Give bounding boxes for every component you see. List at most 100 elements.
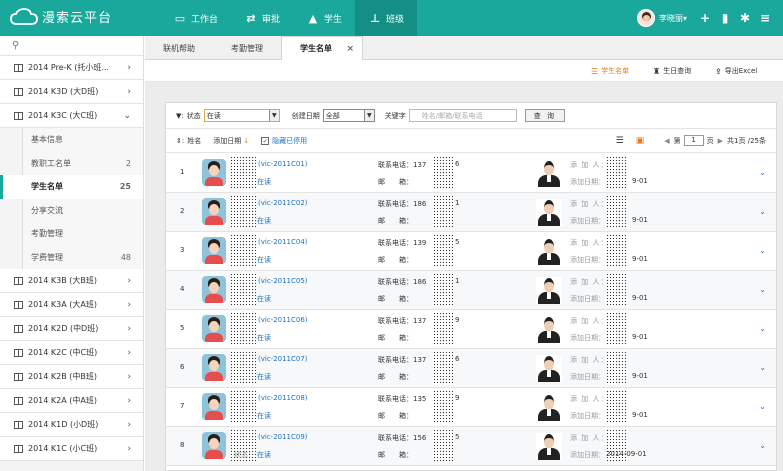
student-photo[interactable] <box>202 393 226 420</box>
sidebar-class-item[interactable]: 2014 K2A (中A班) › <box>0 389 143 413</box>
sidebar-class-prek[interactable]: 2014 Pre-K (托小班... › <box>0 56 143 80</box>
table-row[interactable]: 3 (vic-2011C04) 在读 联系电话：139 5 邮 箱： 添 加 人： 添加日期：… <box>166 232 776 271</box>
sidebar-class-item[interactable]: 2014 K2C (中C班) › <box>0 341 143 365</box>
sidebar-class-item[interactable]: 2014 K2B (中B班) › <box>0 365 143 389</box>
chevron-down-icon[interactable]: ⌄ <box>759 324 766 333</box>
sidebar-sub-fees[interactable]: 学费管理 48 <box>22 245 143 269</box>
table-row[interactable]: 5 (vic-2011C06) 在读 联系电话：137 9 邮 箱： 添 加 人： 添加日期：… <box>166 310 776 349</box>
sidebar-sub-basic-info[interactable]: 基本信息 <box>22 128 143 152</box>
status-select[interactable]: 在读 ▼ <box>203 109 280 122</box>
sidebar-class-item[interactable]: 2014 K2D (中D班) › <box>0 317 143 341</box>
chevron-down-icon[interactable]: ⌄ <box>759 441 766 450</box>
nav-approval[interactable]: ⇄ 审批 <box>231 0 293 36</box>
chevron-down-icon[interactable]: ⌄ <box>759 285 766 294</box>
tab-student-list[interactable]: 学生名单 × <box>281 36 363 60</box>
sidebar-sub-students[interactable]: 学生名单 25 <box>0 175 143 199</box>
book-icon <box>14 396 23 405</box>
sidebar-class-item[interactable]: 2014 K3B (大B班) › <box>0 269 143 293</box>
sidebar-sub-attendance[interactable]: 考勤管理 <box>22 222 143 246</box>
sidebar-class-item[interactable]: 2014 K3A (大A班) › <box>0 293 143 317</box>
add-date-value: 9-01 <box>632 177 648 185</box>
teacher-avatar[interactable] <box>536 238 562 265</box>
sidebar-class-k3c[interactable]: 2014 K3C (大C班) ⌄ <box>0 104 143 128</box>
sidebar-class-item[interactable]: 2014 K1D (小D班) › <box>0 413 143 437</box>
teacher-avatar[interactable] <box>536 355 562 382</box>
hide-disabled-checkbox[interactable]: ✓ <box>261 136 270 145</box>
menu-icon[interactable]: ≡ <box>755 11 775 25</box>
user-menu[interactable]: 李晓丽▾ <box>659 13 687 24</box>
teacher-avatar[interactable] <box>536 199 562 226</box>
gear-icon[interactable]: ✱ <box>735 11 755 25</box>
sort-icon[interactable]: ⇕: <box>176 137 184 145</box>
chevron-down-icon: ⌄ <box>123 110 131 121</box>
teacher-avatar[interactable] <box>536 277 562 304</box>
student-photo[interactable] <box>202 276 226 303</box>
sidebar-class-k3d[interactable]: 2014 K3D (大D班) › <box>0 80 143 104</box>
chevron-right-icon: › <box>127 395 131 406</box>
table-row[interactable]: 1 (vic-2011C01) 在读 联系电话：137 6 邮 箱： 添 加 人： 添加日期：… <box>166 154 776 193</box>
card-view-icon[interactable]: ▣ <box>636 136 645 146</box>
student-photo[interactable] <box>202 198 226 225</box>
book-icon[interactable]: ▮ <box>715 11 735 25</box>
student-list-label: 学生名单 <box>601 67 630 75</box>
app-logo[interactable]: 漫索云平台 <box>10 7 112 26</box>
table-row[interactable]: 4 (vic-2011C05) 在读 联系电话：186 1 邮 箱： 添 加 人： 添加日期：… <box>166 271 776 310</box>
tab-attendance[interactable]: 考勤管理 <box>213 36 281 60</box>
teacher-avatar[interactable] <box>536 160 562 187</box>
sidebar-sub-label: 考勤管理 <box>31 229 63 239</box>
student-list-button[interactable]: ☰ 学生名单 <box>591 66 629 76</box>
prev-page-icon[interactable]: ◀ <box>664 137 669 145</box>
student-photo[interactable] <box>202 432 226 459</box>
table-row[interactable]: 8 (vic-2011C09) 状态： 在读 联系电话：156 5 邮 箱： 添 加 人： 添加… <box>166 427 776 466</box>
chevron-down-icon[interactable]: ⌄ <box>759 363 766 372</box>
email-label: 邮 箱： <box>378 256 413 264</box>
table-row[interactable]: 7 (vic-2011C08) 在读 联系电话：135 9 邮 箱： 添 加 人： 添加日期：… <box>166 388 776 427</box>
next-page-icon[interactable]: ▶ <box>718 137 723 145</box>
sidebar-sub-staff[interactable]: 教职工名单 2 <box>22 151 143 175</box>
redacted-name <box>230 195 256 229</box>
phone-prefix: 186 <box>413 200 427 208</box>
search-icon[interactable]: ⚲ <box>0 36 143 56</box>
created-date-select[interactable]: 全部 ▼ <box>322 109 375 122</box>
birthday-query-button[interactable]: ♜ 生日查询 <box>653 66 691 76</box>
chevron-down-icon[interactable]: ⌄ <box>759 402 766 411</box>
row-number: 5 <box>180 324 185 332</box>
created-date-label: 创建日期 <box>291 111 320 120</box>
avatar[interactable] <box>636 9 655 27</box>
sort-by-add-date[interactable]: 添加日期 <box>213 136 241 146</box>
nav-workbench-label: 工作台 <box>191 14 219 25</box>
chevron-down-icon[interactable]: ⌄ <box>759 246 766 255</box>
student-photo[interactable] <box>202 315 226 342</box>
close-icon[interactable]: × <box>346 44 354 54</box>
query-button[interactable]: 查 询 <box>524 109 565 122</box>
dropdown-arrow-icon: ▼ <box>363 110 374 121</box>
adder-label: 添 加 人： <box>570 356 609 364</box>
chevron-down-icon[interactable]: ⌄ <box>759 168 766 177</box>
row-number: 1 <box>180 168 185 176</box>
sort-by-name[interactable]: 姓名 <box>187 136 201 146</box>
student-photo[interactable] <box>202 237 226 264</box>
plus-icon[interactable]: + <box>695 11 715 25</box>
status-badge: 在读 <box>257 451 271 459</box>
chevron-down-icon[interactable]: ⌄ <box>759 207 766 216</box>
teacher-avatar[interactable] <box>536 316 562 343</box>
nav-workbench[interactable]: ▭ 工作台 <box>160 0 231 36</box>
table-row[interactable]: 2 (vic-2011C02) 在读 联系电话：186 1 邮 箱： 添 加 人： 添加日期：… <box>166 193 776 232</box>
list-view-icon[interactable]: ☰ <box>616 136 624 146</box>
student-photo[interactable] <box>202 159 226 186</box>
sidebar-sub-share[interactable]: 分享交流 <box>22 198 143 222</box>
teacher-avatar[interactable] <box>536 433 562 460</box>
tab-help[interactable]: 联机帮助 <box>145 36 213 60</box>
student-photo[interactable] <box>202 354 226 381</box>
nav-classes[interactable]: ⊥ 班级 <box>355 0 418 36</box>
keyword-input[interactable]: 姓名/邮箱/联系电话 <box>408 109 517 122</box>
page-input[interactable]: 1 <box>683 135 704 146</box>
export-excel-button[interactable]: ⇪ 导出Excel <box>715 66 757 76</box>
sidebar-class-item[interactable]: 2014 K1C (小C班) › <box>0 437 143 461</box>
row-number: 6 <box>180 363 185 371</box>
nav-students[interactable]: ▲ 学生 <box>293 0 355 36</box>
table-row[interactable]: 6 (vic-2011C07) 在读 联系电话：137 6 邮 箱： 添 加 人： 添加日期：… <box>166 349 776 388</box>
phone-suffix: 6 <box>455 355 460 363</box>
nav-students-label: 学生 <box>324 14 343 25</box>
teacher-avatar[interactable] <box>536 394 562 421</box>
